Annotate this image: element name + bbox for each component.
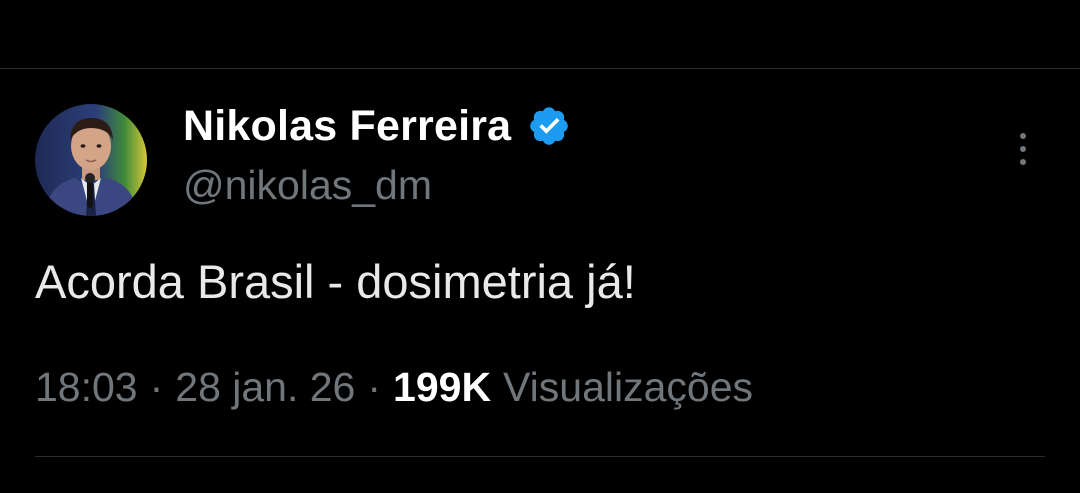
- more-options-button[interactable]: [1006, 126, 1040, 172]
- tweet-text: Acorda Brasil - dosimetria já!: [35, 255, 636, 308]
- author-display-name[interactable]: Nikolas Ferreira: [183, 102, 511, 151]
- tweet-metadata: 18:03 · 28 jan. 26 · 199K Visualizações: [35, 364, 753, 411]
- meta-separator: ·: [149, 364, 164, 410]
- more-vertical-icon-dot: [1020, 159, 1026, 165]
- verified-badge-icon[interactable]: [527, 104, 571, 148]
- avatar-image: [35, 104, 147, 216]
- tweet-date[interactable]: 28 jan. 26: [175, 364, 355, 411]
- avatar[interactable]: [35, 104, 147, 216]
- tweet-time[interactable]: 18:03: [35, 364, 138, 411]
- author-handle[interactable]: @nikolas_dm: [183, 162, 432, 209]
- bottom-divider: [35, 456, 1045, 457]
- views-label[interactable]: Visualizações: [503, 364, 753, 411]
- more-vertical-icon-dot: [1020, 146, 1026, 152]
- author-name-row: Nikolas Ferreira: [183, 98, 571, 154]
- views-count[interactable]: 199K: [393, 364, 491, 411]
- meta-separator: ·: [367, 364, 382, 410]
- more-vertical-icon: [1020, 133, 1026, 139]
- top-divider: [0, 68, 1080, 69]
